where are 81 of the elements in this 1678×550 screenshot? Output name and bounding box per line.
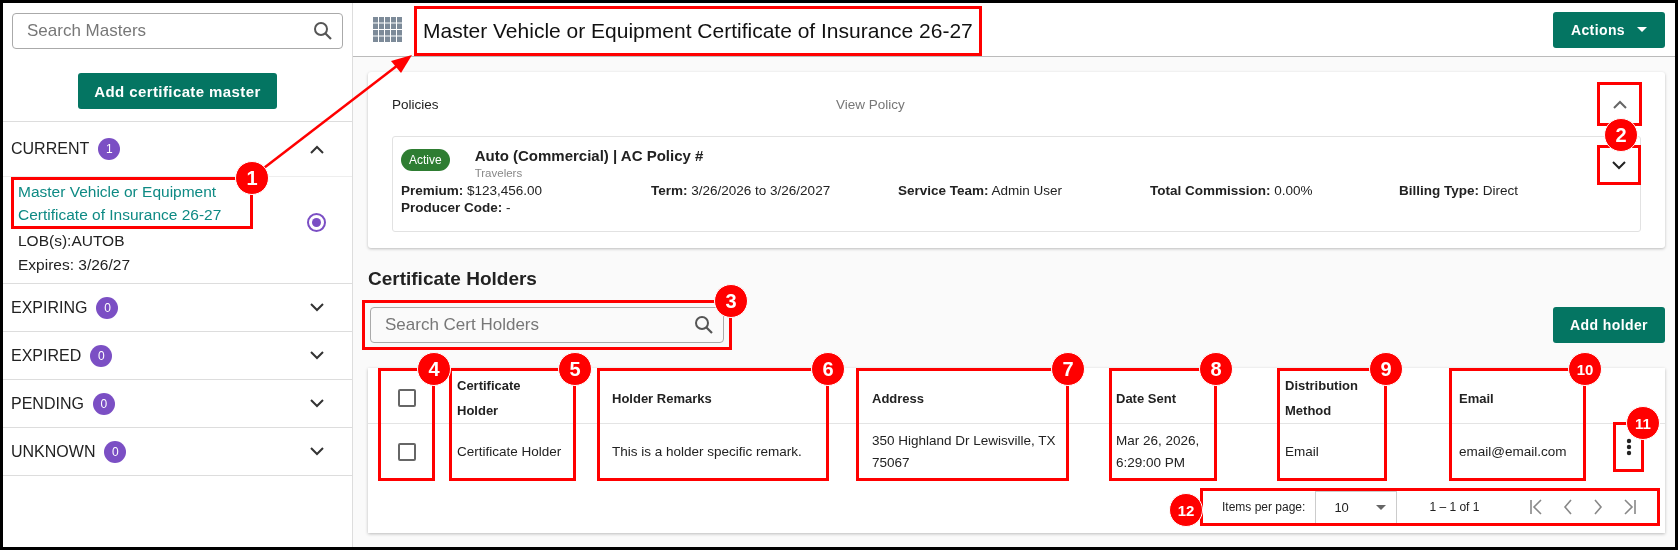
callout-number: 10 [1568,352,1602,386]
callout-number: 4 [417,352,451,386]
policies-label: Policies [392,96,440,112]
callout-number: 2 [1604,118,1638,152]
grid-icon[interactable] [373,16,403,43]
expires-text: Expires: 3/26/27 [18,255,130,275]
checkbox[interactable] [397,389,416,407]
add-holder-button[interactable]: Add holder [1553,307,1665,343]
policy-field: Total Commission: 0.00% [1150,183,1399,198]
section-label: EXPIRING [11,298,88,317]
last-page-icon[interactable] [1623,499,1638,515]
page-size-select[interactable]: 10 [1315,491,1398,523]
table-cell-text: This is a holder specific remark. [612,442,802,461]
policy-name: Auto (Commercial) | AC Policy # [474,147,704,164]
carrier-name: Travelers [474,167,524,179]
policy-field: Billing Type: Direct [1399,183,1640,198]
search-field[interactable]: Search Masters [12,13,343,49]
previous-page-icon[interactable] [1563,499,1574,515]
section-label: PENDING [11,394,84,413]
callout-number: 6 [811,352,845,386]
search-icon [694,315,714,335]
items-per-page-label: Items per page: [1222,500,1306,514]
chevron-up-icon [1612,99,1627,109]
search-field[interactable]: Search Cert Holders [370,307,724,343]
chevron-down-icon [310,399,324,408]
view-policy-link[interactable]: View Policy [836,96,905,112]
callout-number: 8 [1199,352,1233,386]
policy-field: Service Team: Admin User [898,183,1150,198]
callout-number: 11 [1626,406,1660,440]
callout-number: 3 [714,284,748,318]
page-title: Master Vehicle or Equipment Certificate of Insurance 26-27 [423,18,973,43]
callout-number: 1 [235,161,269,195]
policy-field: Premium: $123,456.00 [401,183,651,198]
radio-button[interactable] [307,212,326,232]
section-header[interactable]: EXPIRED 0 [3,332,352,379]
column-header: Holder Remarks [612,389,712,408]
table-cell-text: Mar 26, 2026, 6:29:00 PM [1116,431,1201,472]
section-label: UNKNOWN [11,442,96,461]
more-options-icon[interactable] [1625,438,1632,456]
chevron-down-icon [1612,160,1626,170]
chevron-down-icon [310,351,324,360]
column-header: Distribution Method [1285,377,1359,420]
chevron-down-icon [310,303,324,312]
count-badge: 0 [96,296,119,319]
section-title: Certificate Holders [368,268,538,290]
caret-icon [1376,505,1387,510]
chevron-down-icon [310,447,324,456]
section-header[interactable]: UNKNOWN 0 [3,428,352,475]
status-badge: Active [401,149,450,171]
policy-field: Producer Code: - [401,200,651,215]
count-badge: 1 [98,138,121,160]
caret-icon [1637,27,1648,32]
policy-field: Term: 3/26/2026 to 3/26/2027 [651,183,898,198]
count-badge: 0 [104,440,127,463]
count-badge: 0 [92,392,115,415]
table-cell-text: Email [1285,442,1319,461]
callout-number: 12 [1169,493,1203,527]
column-header: Certificate Holder [457,377,522,420]
add-certificate-master-button[interactable]: Add certificate master [78,73,277,109]
callout-number: 5 [558,352,592,386]
section-header[interactable]: EXPIRING 0 [3,284,352,331]
column-header: Email [1459,389,1494,408]
section-header[interactable]: PENDING 0 [3,380,352,427]
actions-button[interactable]: Actions [1553,11,1665,48]
first-page-icon[interactable] [1529,499,1544,515]
search-icon [313,21,333,41]
callout-number: 9 [1369,352,1403,386]
checkbox[interactable] [397,442,416,461]
chevron-up-icon [310,144,324,154]
column-header: Address [872,389,925,408]
table-cell-text: Certificate Holder [457,442,562,461]
lob-text: LOB(s):AUTOB [18,231,125,251]
next-page-icon[interactable] [1593,499,1604,515]
count-badge: 0 [90,344,113,367]
section-label: EXPIRED [11,346,82,365]
callout-number: 7 [1051,352,1085,386]
page-range: 1 – 1 of 1 [1429,500,1480,514]
table-cell-text: 350 Highland Dr Lewisville, TX 75067 [872,431,1057,472]
column-header: Date Sent [1116,389,1176,408]
table-cell-text: email@email.com [1459,442,1567,461]
section-label: CURRENT [11,140,90,158]
